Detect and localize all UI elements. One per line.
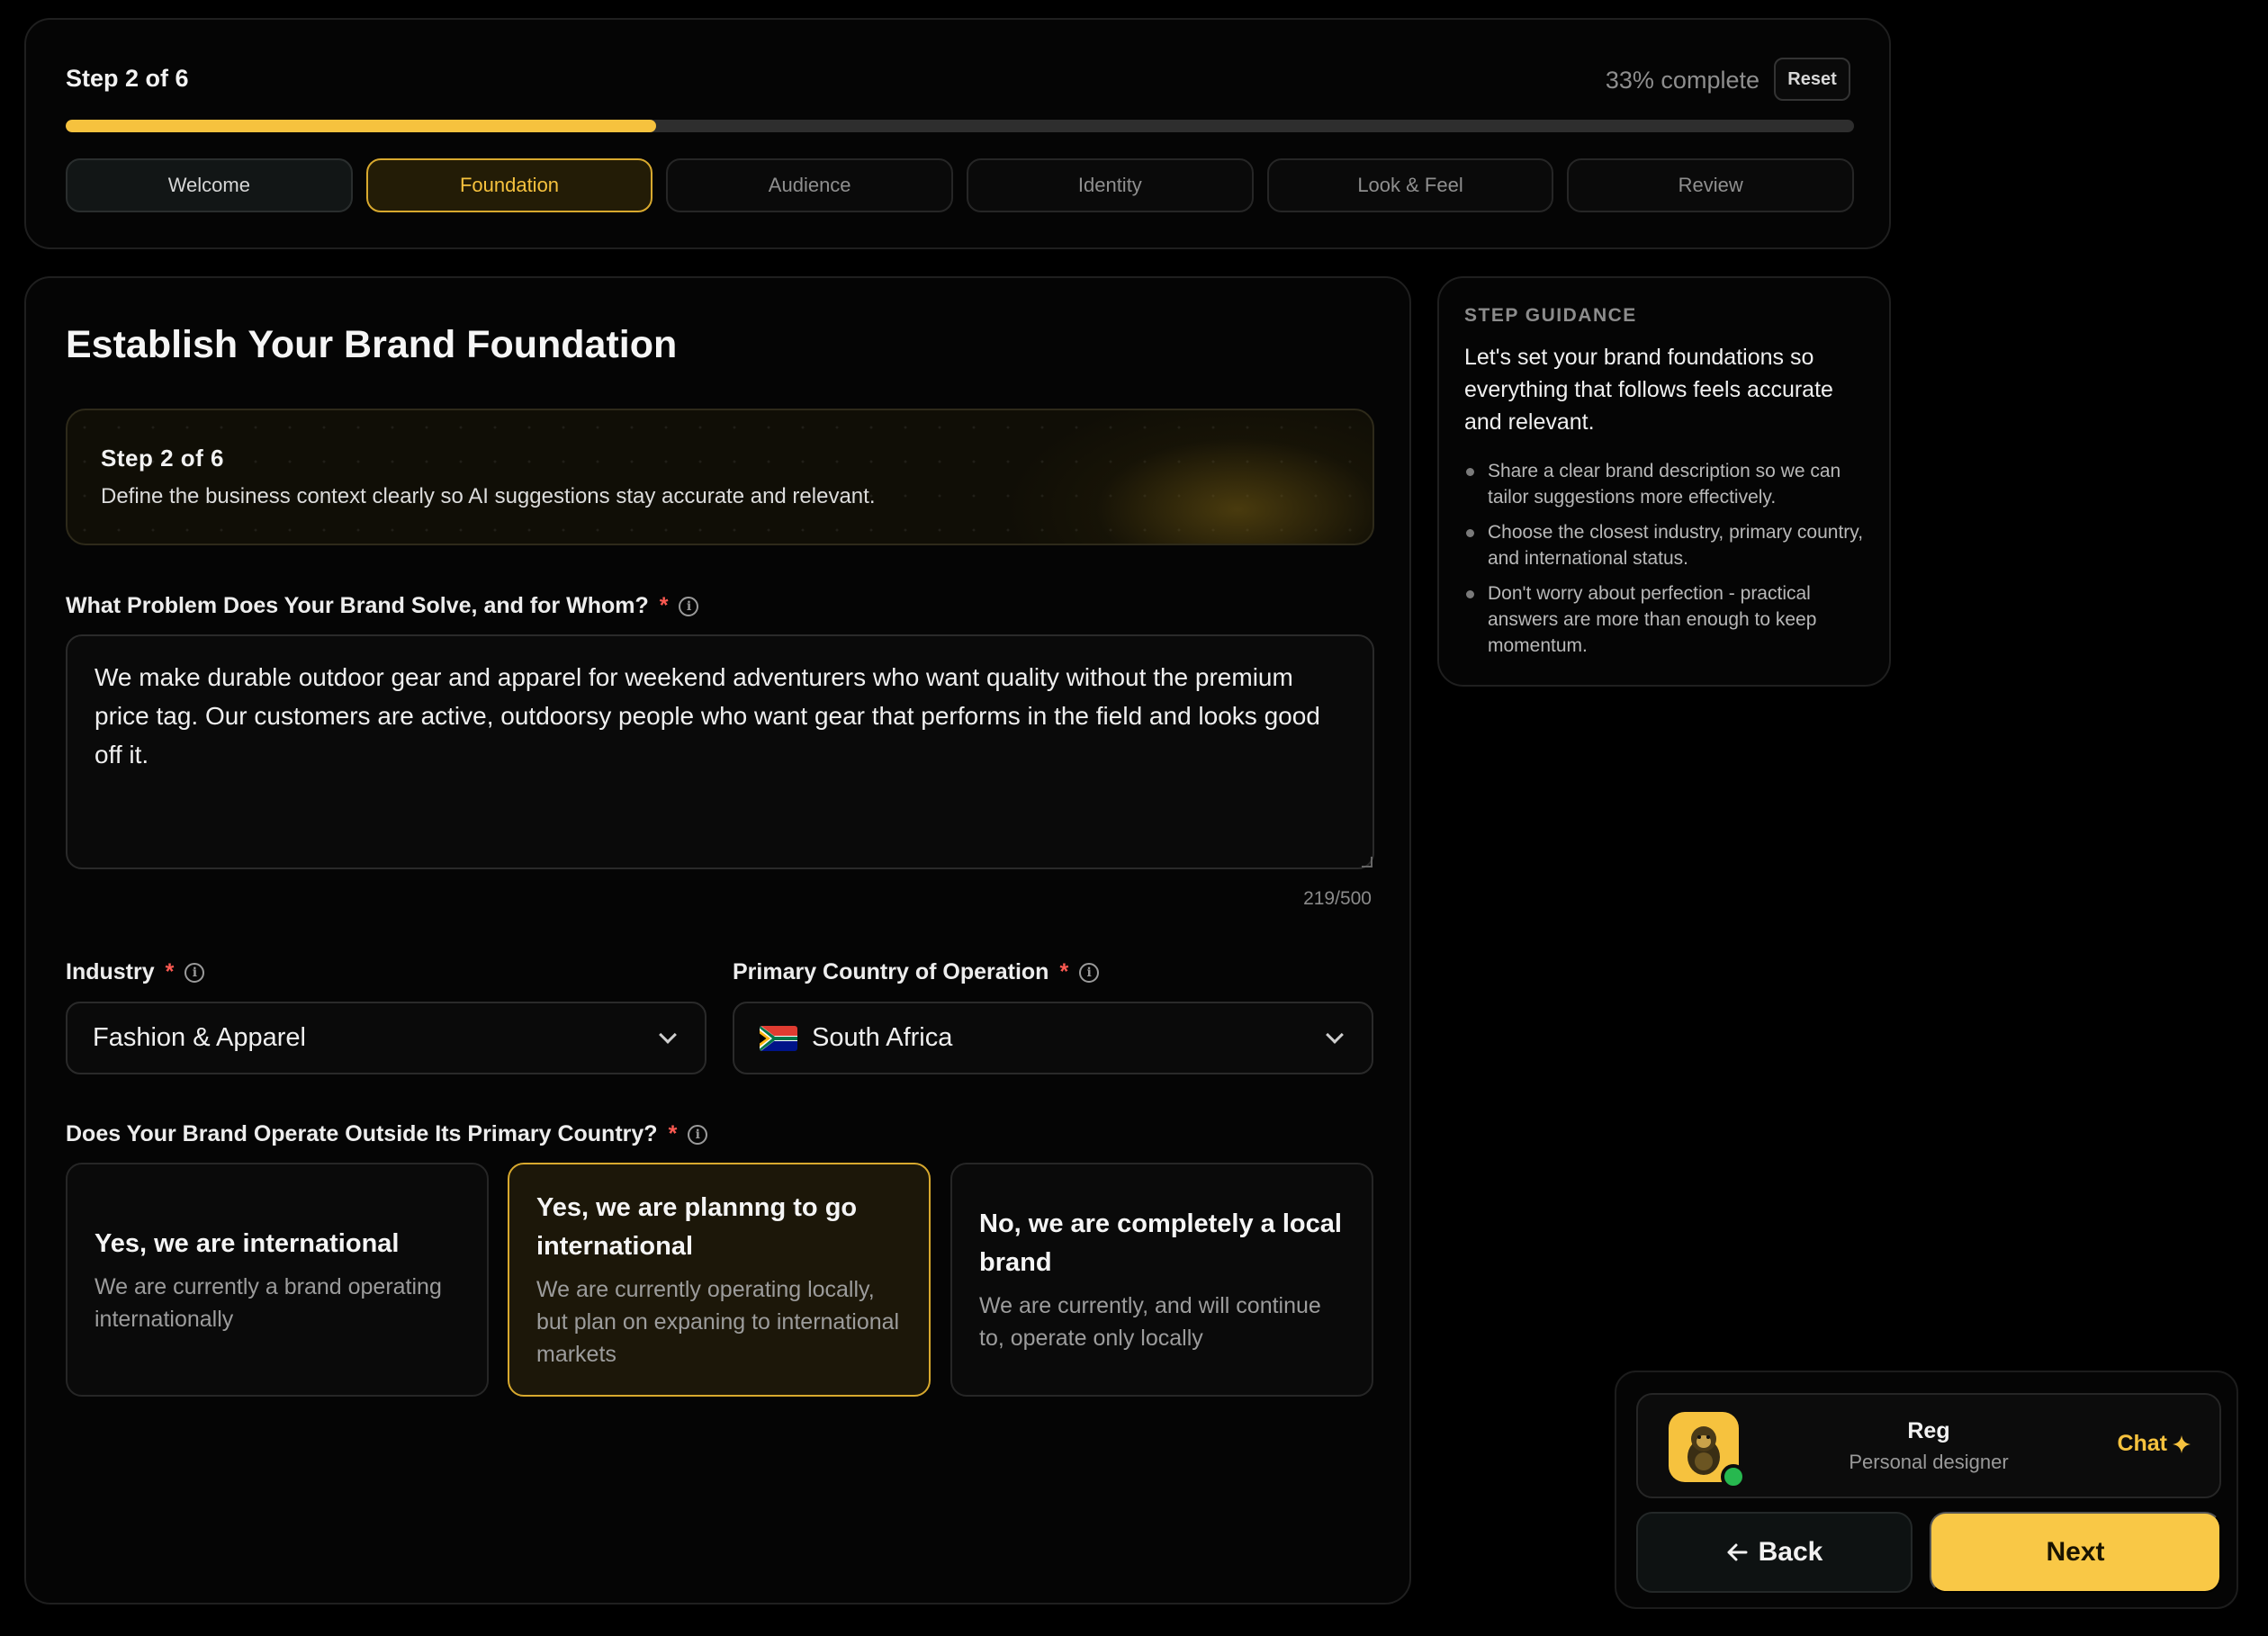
required-mark: * — [1059, 959, 1069, 984]
step-banner: Step 2 of 6 Define the business context … — [66, 409, 1374, 545]
industry-selected-value: Fashion & Apparel — [93, 1023, 306, 1052]
tab-look-and-feel[interactable]: Look & Feel — [1266, 158, 1554, 212]
step-indicator: Step 2 of 6 — [66, 65, 189, 92]
guidance-item: Choose the closest industry, primary cou… — [1464, 519, 1864, 571]
option-description: We are currently a brand operating inter… — [94, 1273, 442, 1332]
option-planning-international[interactable]: Yes, we are plannng to go international … — [508, 1163, 931, 1397]
tab-foundation[interactable]: Foundation — [365, 158, 653, 212]
option-title: No, we are completely a local brand — [979, 1209, 1342, 1277]
chevron-down-icon — [659, 1025, 677, 1044]
required-mark: * — [659, 593, 669, 618]
industry-field-label: Industry * i — [66, 959, 205, 985]
option-local[interactable]: No, we are completely a local brand We a… — [950, 1163, 1373, 1397]
option-description: We are currently, and will continue to, … — [979, 1293, 1321, 1351]
south-africa-flag-icon — [760, 1025, 797, 1051]
banner-text: Define the business context clearly so A… — [101, 484, 876, 508]
tab-audience[interactable]: Audience — [666, 158, 954, 212]
industry-select[interactable]: Fashion & Apparel — [66, 1002, 706, 1074]
back-label: Back — [1758, 1537, 1823, 1567]
chat-label: Chat — [2117, 1431, 2167, 1456]
problem-field-label: What Problem Does Your Brand Solve, and … — [66, 593, 699, 619]
country-field-label: Primary Country of Operation * i — [733, 959, 1100, 985]
required-mark: * — [165, 959, 175, 984]
option-title: Yes, we are plannng to go international — [536, 1193, 858, 1261]
chat-button[interactable]: Chat — [2117, 1431, 2191, 1457]
progress-bar — [66, 120, 1854, 132]
next-button[interactable]: Next — [1930, 1512, 2221, 1593]
progress-bar-fill — [66, 120, 656, 132]
guidance-item: Share a clear brand description so we ca… — [1464, 458, 1864, 510]
option-description: We are currently operating locally, but … — [536, 1277, 900, 1367]
option-international[interactable]: Yes, we are international We are current… — [66, 1163, 489, 1397]
required-mark: * — [668, 1121, 678, 1146]
assistant-card[interactable]: Reg Personal designer Chat — [1636, 1393, 2221, 1498]
avatar — [1669, 1412, 1746, 1489]
guidance-heading: STEP GUIDANCE — [1464, 305, 1637, 326]
international-field-label: Does Your Brand Operate Outside Its Prim… — [66, 1121, 708, 1147]
step-guidance-card: STEP GUIDANCE Let's set your brand found… — [1437, 276, 1891, 687]
arrow-left-icon — [1727, 1543, 1748, 1561]
assistant-nav-panel: Reg Personal designer Chat Back Next — [1615, 1371, 2238, 1609]
character-counter: 219/500 — [1303, 888, 1372, 909]
back-button[interactable]: Back — [1636, 1512, 1912, 1593]
problem-label-text: What Problem Does Your Brand Solve, and … — [66, 593, 649, 618]
guidance-list: Share a clear brand description so we ca… — [1464, 458, 1864, 659]
percent-complete: 33% complete — [1605, 67, 1760, 94]
country-select[interactable]: South Africa — [733, 1002, 1373, 1074]
guidance-lead: Let's set your brand foundations so ever… — [1464, 345, 1833, 435]
progress-card: Step 2 of 6 33% complete Reset Welcome F… — [24, 18, 1891, 249]
chevron-down-icon — [1326, 1025, 1344, 1044]
info-icon[interactable]: i — [1079, 962, 1100, 983]
page-title: Establish Your Brand Foundation — [66, 323, 678, 366]
foundation-form-card: Establish Your Brand Foundation Step 2 o… — [24, 276, 1411, 1605]
info-icon[interactable]: i — [679, 596, 699, 616]
reset-button[interactable]: Reset — [1774, 58, 1850, 101]
guidance-item: Don't worry about perfection - practical… — [1464, 580, 1864, 659]
industry-label-text: Industry — [66, 959, 155, 984]
banner-title: Step 2 of 6 — [101, 445, 224, 472]
tab-welcome[interactable]: Welcome — [66, 158, 353, 212]
sparkle-icon — [2173, 1434, 2191, 1453]
tab-identity[interactable]: Identity — [967, 158, 1254, 212]
info-icon[interactable]: i — [688, 1124, 708, 1145]
country-label-text: Primary Country of Operation — [733, 959, 1049, 984]
international-label-text: Does Your Brand Operate Outside Its Prim… — [66, 1121, 658, 1146]
online-status-indicator — [1721, 1464, 1746, 1489]
country-selected-value: South Africa — [812, 1023, 953, 1052]
resize-handle-icon[interactable] — [1362, 857, 1372, 867]
step-tabs: Welcome Foundation Audience Identity Loo… — [66, 158, 1855, 212]
option-title: Yes, we are international — [94, 1228, 400, 1258]
info-icon[interactable]: i — [184, 962, 205, 983]
problem-textarea[interactable]: We make durable outdoor gear and apparel… — [66, 634, 1374, 869]
tab-review[interactable]: Review — [1567, 158, 1855, 212]
